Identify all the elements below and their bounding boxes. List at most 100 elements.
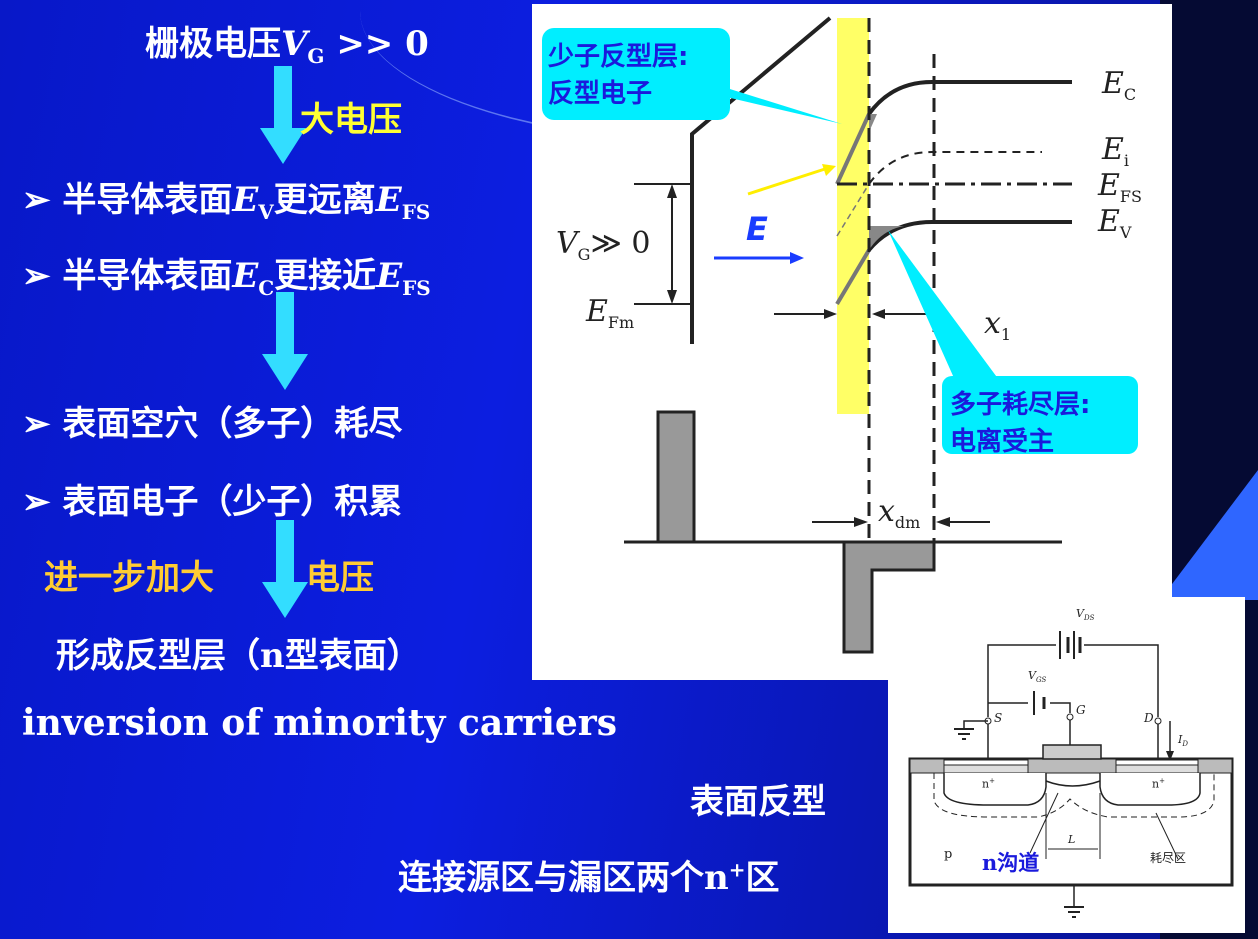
line1-e2: E [375,180,402,220]
bullet-icon: ➢ [22,404,51,444]
drain-n-region [1099,773,1201,806]
callout-top-text: 少子反型层: 反型电子 [548,36,688,110]
ec-e: E [1102,66,1124,101]
title-v: V [281,24,308,64]
vg-rel: ≫ 0 [590,226,651,261]
result-text: 形成反型层（n型表面） [56,636,421,676]
vds-v: V [1076,607,1084,620]
n-right-sup: + [1159,777,1165,785]
mosfet-panel: VDS VGS S G D ID n+ n+ p L n沟道 耗尽区 [888,597,1245,933]
ev-e: E [1098,204,1120,239]
source-label: S [994,711,1003,725]
title-sub: G [307,43,325,68]
further-left: 进一步加大 [44,558,214,598]
ev-sub: V [1119,223,1132,242]
efm-label: EFm [586,294,634,332]
english-caption: inversion of minority carriers [22,702,618,744]
callout-top-line1: 少子反型层: [548,42,689,72]
ec-label: EC [1102,66,1136,104]
line4-text: 表面电子（少子）积累 [62,482,403,522]
ec-line [867,80,1072,116]
bullet-icon: ➢ [22,482,51,522]
id-label: ID [1178,733,1188,748]
connect-sup: + [728,857,746,882]
n-left-sup: + [989,777,995,785]
id-sub: D [1182,740,1188,749]
arrow1-label: 大电压 [300,100,402,140]
line2-e1: E [232,256,259,296]
n-right-label: n+ [1152,777,1165,791]
drain-contact [1115,764,1199,774]
vgs-v: V [1028,669,1036,682]
title-suffix: >> 0 [324,24,429,64]
surface-inversion: 表面反型 [690,782,826,822]
e-field-label: E [746,210,768,248]
bullet-icon: ➢ [22,256,51,296]
line1-sub1: V [258,199,274,224]
vds-label: VDS [1076,607,1094,622]
vds-sub: DS [1083,614,1095,623]
yellow-pointer-head-icon [822,164,836,176]
down-arrow-icon [262,292,308,390]
decor-triangle [1160,470,1258,600]
efm-e: E [586,294,608,329]
drain-label: D [1144,711,1154,725]
connect-end: 区 [745,858,780,898]
xdm-arrow-right-head-icon [936,517,950,527]
oxide-highlight [837,18,869,414]
source-n-region [943,773,1047,806]
l-label: L [1068,833,1076,846]
vg-sub: G [577,245,591,264]
bullet-icon: ➢ [22,180,51,220]
line1-mid: 更远离 [273,180,376,220]
depletion-label: 耗尽区 [1150,851,1187,865]
vgs-wire-right [1050,702,1071,713]
efs-e: E [1098,168,1120,203]
band-diagram-panel: 少子反型层: 反型电子 多子耗尽层: 电离受主 EC Ei EFS EV E V… [532,4,1172,680]
title-prefix: 栅极电压 [145,24,281,64]
mosfet-diagram [908,631,1234,918]
drain-terminal [1154,717,1162,725]
vg-arrow-down-icon [667,290,677,304]
line1-sub2: FS [401,199,431,224]
line2-e2: E [376,256,403,296]
field-oxide-right [1197,758,1233,774]
gate-terminal [1066,713,1074,721]
vgs-label: VGS [1028,669,1046,684]
x1-sub: 1 [1000,325,1012,344]
ei-label: Ei [1102,132,1129,170]
vg-arrow-up-icon [667,184,677,198]
vg-label: VG≫ 0 [556,226,650,264]
line2-sub2: FS [402,275,431,300]
vgs-sub: GS [1035,676,1047,685]
gate-electrode [1042,744,1102,760]
n-left-label: n+ [982,777,995,791]
xdm-x: x [878,494,895,529]
ei-e: E [1102,132,1124,167]
xdm-arrow-left-head-icon [854,517,868,527]
vds-wire-right [1084,644,1159,717]
x1-x: x [984,306,1001,341]
bullet-line-electrons: ➢ 表面电子（少子）积累 [22,474,402,523]
x1-arrow-left-head-icon [824,309,837,319]
bullet-line-holes: ➢ 表面空穴（多子）耗尽 [22,396,402,445]
efs-label: EFS [1098,168,1142,206]
ev-label: EV [1098,204,1131,242]
bullet-line-ev: ➢ 半导体表面EV更远离EFS [22,172,430,224]
field-oxide-left [909,758,945,774]
yellow-pointer [747,166,829,196]
line3-text: 表面空穴（多子）耗尽 [62,404,403,444]
connect-text: 连接源区与漏区两个n+区 [398,850,780,899]
gate-charge-bar [656,410,696,544]
callout-bottom-text: 多子耗尽层: 电离受主 [950,384,1090,458]
line2-prefix: 半导体表面 [62,256,233,296]
xdm-label: xdm [878,494,920,532]
callout-bottom-line2: 电离受主 [950,427,1055,457]
xdm-sub: dm [894,513,921,532]
gate-oxide [1027,758,1117,774]
line2-mid: 更接近 [274,256,377,296]
line1-prefix: 半导体表面 [62,180,233,220]
ec-sub: C [1123,85,1137,104]
efm-sub: Fm [607,313,635,332]
line1-e1: E [232,180,259,220]
